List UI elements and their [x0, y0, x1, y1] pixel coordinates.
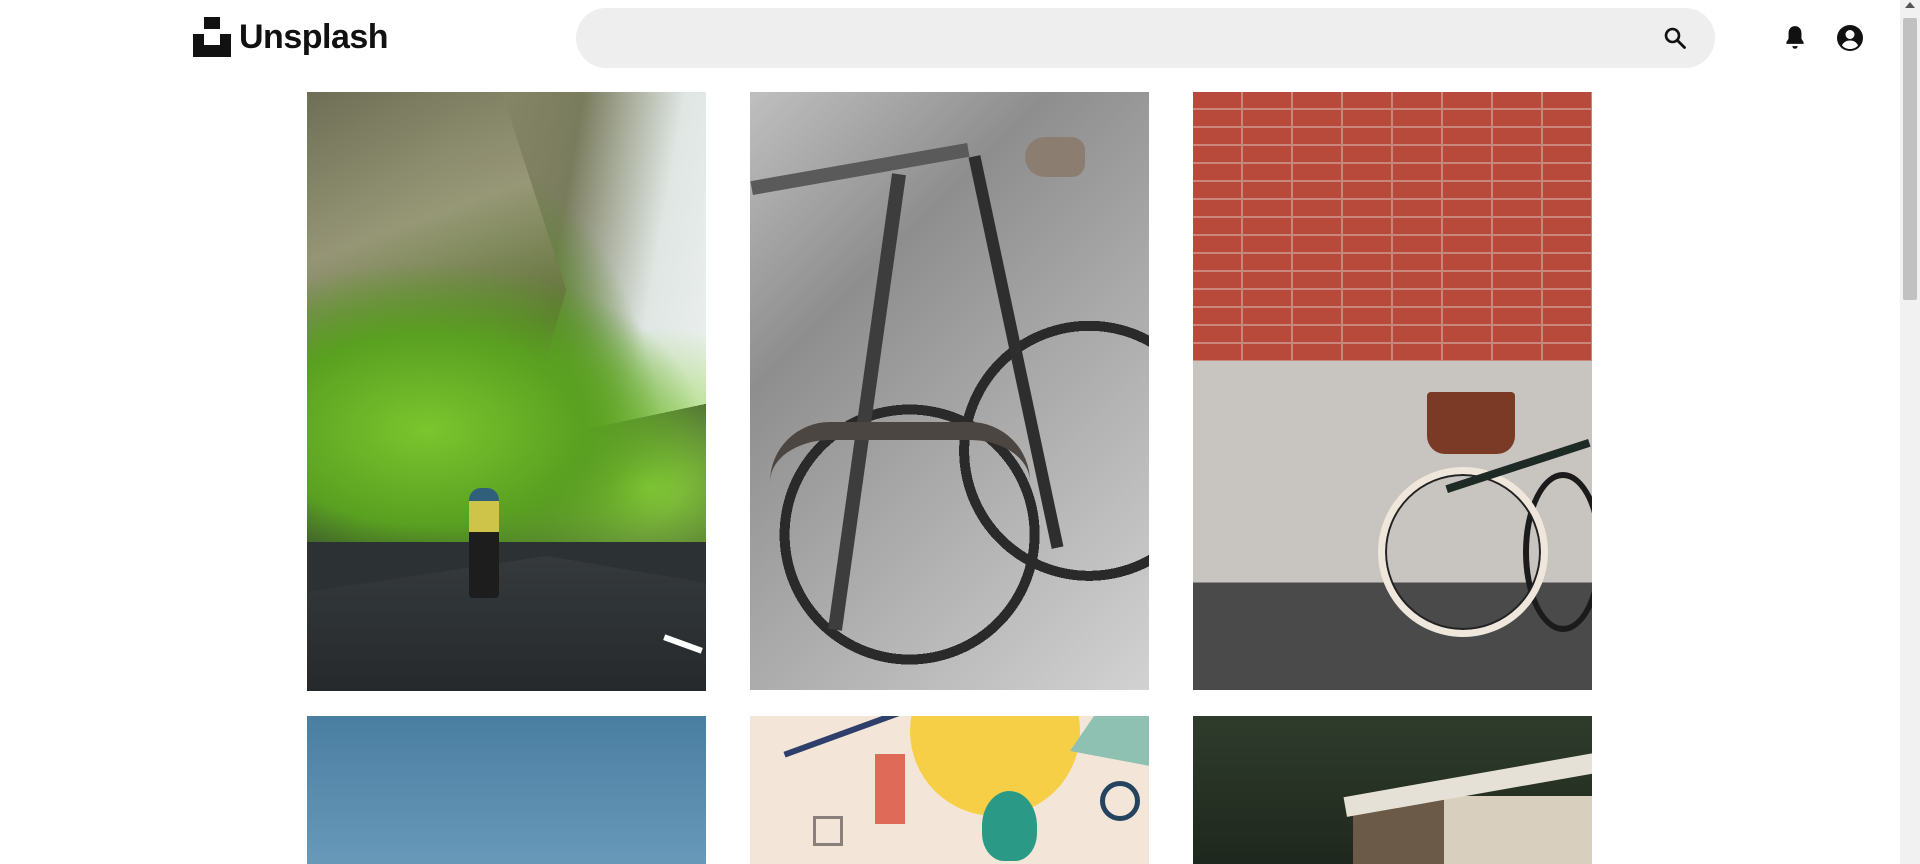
bell-icon: [1786, 26, 1804, 49]
scroll-up-arrow-icon[interactable]: [1905, 2, 1915, 8]
photo-detail: [783, 716, 927, 758]
photo-wooden-cabin[interactable]: [1193, 716, 1592, 864]
account-button[interactable]: [1834, 22, 1866, 54]
photo-detail: [1070, 716, 1149, 766]
photo-detail: [1193, 92, 1592, 362]
photo-detail: [1427, 392, 1515, 454]
photo-detail: [750, 143, 970, 195]
user-icon: [1837, 25, 1863, 51]
unsplash-logo-icon: [193, 17, 231, 57]
search-bar[interactable]: [576, 8, 1715, 68]
unsplash-logo[interactable]: Unsplash: [193, 15, 389, 59]
scroll-thumb[interactable]: [1903, 18, 1917, 300]
photo-abstract-shapes[interactable]: [750, 716, 1149, 864]
photo-grid: [307, 92, 1592, 864]
photo-detail: [1100, 781, 1140, 821]
vertical-scrollbar[interactable]: [1900, 0, 1920, 864]
photo-cyclist-gorge[interactable]: [307, 92, 706, 691]
search-button[interactable]: [1661, 24, 1689, 52]
photo-detail: [307, 262, 706, 542]
photo-detail: [813, 816, 843, 846]
photo-detail: [982, 791, 1037, 861]
photo-detail: [469, 488, 499, 598]
photo-bike-brick-wall[interactable]: [1193, 92, 1592, 690]
photo-detail: [828, 173, 906, 631]
top-header: Unsplash: [0, 0, 1900, 82]
search-icon: [1664, 27, 1686, 49]
photo-detail: [1378, 467, 1548, 637]
search-input[interactable]: [600, 8, 1640, 68]
photo-detail: [770, 422, 1030, 482]
photo-detail: [1025, 137, 1085, 177]
photo-bicycles-closeup[interactable]: [750, 92, 1149, 690]
notifications-button[interactable]: [1779, 22, 1811, 54]
photo-detail: [968, 155, 1064, 549]
photo-blue-sky[interactable]: [307, 716, 706, 864]
photo-detail: [875, 754, 905, 824]
logo-text: Unsplash: [239, 17, 389, 56]
